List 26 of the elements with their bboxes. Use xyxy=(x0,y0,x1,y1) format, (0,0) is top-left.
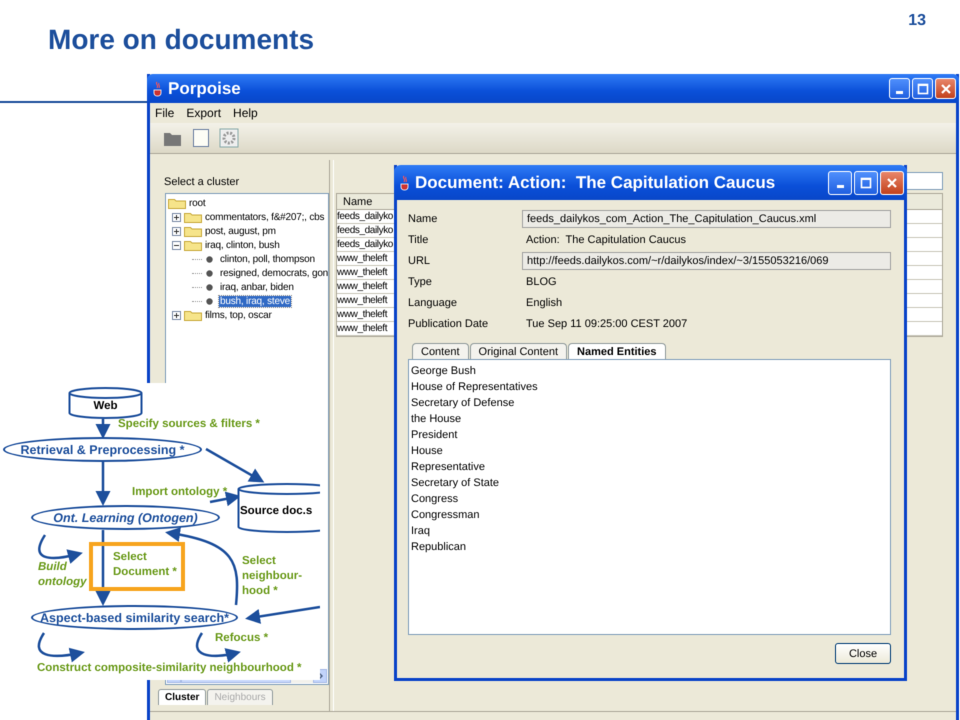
document-store: Source doc.s xyxy=(237,483,320,533)
step-label: Specify sources & filters * xyxy=(118,417,260,432)
panel-label: Select a cluster xyxy=(163,175,240,190)
step-label: Refocus * xyxy=(215,631,268,646)
field-label: Name xyxy=(408,212,438,224)
field-label: Publication Date xyxy=(408,318,490,330)
process-node: Ont. Learning (Ontogen) xyxy=(31,505,220,530)
process-node: Aspect-based similarity search* xyxy=(31,605,238,630)
field-value: Action: The Capitulation Caucus xyxy=(525,234,687,246)
step-label: Construct composite-similarity neighbourhood * xyxy=(37,661,302,676)
dialog-title: Document: Action: The Capitulation Caucus xyxy=(415,172,776,192)
web-store: Web xyxy=(68,387,143,419)
process-node: Retrieval & Preprocessing * xyxy=(3,437,202,462)
step-label: Select neighbour-hood * xyxy=(242,554,304,599)
field-value: BLOG xyxy=(525,276,558,288)
field-value: English xyxy=(525,296,564,308)
slide-title: More on documents xyxy=(48,24,314,56)
page-number: 13 xyxy=(908,12,926,30)
field-label: Language xyxy=(408,296,458,308)
field-label: Title xyxy=(408,234,430,246)
step-label: Import ontology * xyxy=(132,485,228,500)
step-label: Build ontology xyxy=(38,560,88,590)
field-label: URL xyxy=(408,254,432,266)
field-value: Tue Sep 11 09:25:00 CEST 2007 xyxy=(525,318,688,330)
field-label: Type xyxy=(408,276,433,288)
window-title: Porpoise xyxy=(168,78,242,98)
